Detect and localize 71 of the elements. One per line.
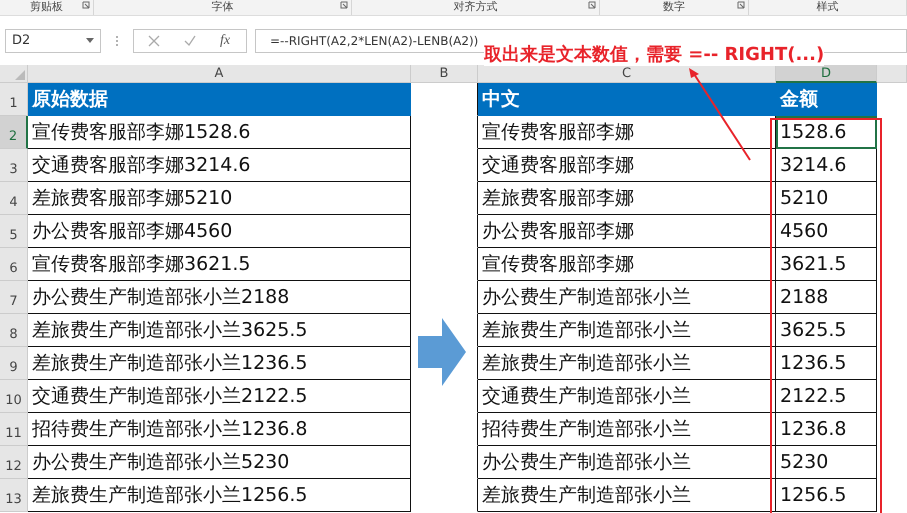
column-header[interactable]: A [28,65,411,83]
table-cell: 办公费客服部李娜4560 [28,215,411,248]
dialog-launcher-icon[interactable] [588,1,596,9]
dialog-launcher-icon[interactable] [82,1,90,9]
row-header[interactable]: 5 [0,215,28,248]
table-cell: 交通费生产制造部张小兰2122.5 [28,380,411,413]
table-header-cell: 原始数据 [28,83,411,116]
table-cell[interactable]: 1236.5 [776,347,877,380]
row-header[interactable]: 9 [0,347,28,380]
ribbon-group-label: 字体 [212,0,234,13]
column-header[interactable]: D [776,65,877,83]
row-header[interactable]: 4 [0,182,28,215]
table-cell[interactable]: 5210 [776,182,877,215]
table-cell: 办公费生产制造部张小兰5230 [28,446,411,479]
table-cell: 宣传费客服部李娜3621.5 [28,248,411,281]
corner-triangle-icon [15,70,25,80]
annotation-text: 取出来是文本数值，需要 =-- RIGHT(...) [484,42,824,66]
table-cell: 差旅费生产制造部张小兰1236.5 [28,347,411,380]
table-cell: 办公费生产制造部张小兰2188 [28,281,411,314]
row-header[interactable]: 6 [0,248,28,281]
table-cell: 办公费客服部李娜 [478,215,776,248]
right-arrow-icon [418,318,466,386]
row-header[interactable]: 7 [0,281,28,314]
table-cell: 差旅费客服部李娜5210 [28,182,411,215]
column-header[interactable]: C [478,65,776,83]
table-cell: 差旅费生产制造部张小兰3625.5 [28,314,411,347]
column-header[interactable]: B [411,65,478,83]
table-cell[interactable]: 2122.5 [776,380,877,413]
row-header[interactable]: 10 [0,380,28,413]
ribbon-group-label: 样式 [816,0,838,13]
table-cell[interactable]: 3625.5 [776,314,877,347]
table-cell: 宣传费客服部李娜1528.6 [28,116,411,149]
table-header-cell: 中文 [478,83,776,116]
table-cell: 差旅费客服部李娜 [478,182,776,215]
table-cell[interactable]: 4560 [776,215,877,248]
row-header[interactable]: 1 [0,83,28,116]
table-cell[interactable]: 3621.5 [776,248,877,281]
table-cell[interactable]: 2188 [776,281,877,314]
ribbon-group-label: 对齐方式 [454,0,498,13]
table-cell: 办公费生产制造部张小兰 [478,281,776,314]
ribbon-group-label: 数字 [663,0,685,13]
table-cell: 办公费生产制造部张小兰 [478,446,776,479]
table-cell[interactable]: 1528.6 [776,116,877,149]
insert-function-button[interactable]: fx [220,32,230,48]
table-cell: 宣传费客服部李娜 [478,248,776,281]
table-cell: 交通费客服部李娜3214.6 [28,149,411,182]
dialog-launcher-icon[interactable] [340,1,348,9]
table-header-cell: 金额 [776,83,877,116]
table-cell[interactable]: 3214.6 [776,149,877,182]
ribbon-group-label: 剪贴板 [30,0,63,13]
row-header[interactable]: 13 [0,479,28,512]
table-cell: 差旅费生产制造部张小兰 [478,347,776,380]
table-cell: 差旅费生产制造部张小兰 [478,314,776,347]
row-header[interactable]: 3 [0,149,28,182]
dialog-launcher-icon[interactable] [737,1,745,9]
table-cell: 交通费生产制造部张小兰 [478,380,776,413]
table-cell: 交通费客服部李娜 [478,149,776,182]
name-box[interactable]: D2 [5,28,101,52]
check-icon[interactable] [184,34,196,46]
table-cell: 宣传费客服部李娜 [478,116,776,149]
table-cell: 招待费生产制造部张小兰1236.8 [28,413,411,446]
row-header[interactable]: 12 [0,446,28,479]
table-cell[interactable]: 5230 [776,446,877,479]
row-header[interactable]: 2 [0,116,28,149]
table-cell: 招待费生产制造部张小兰 [478,413,776,446]
table-cell[interactable]: 1236.8 [776,413,877,446]
table-cell[interactable]: 1256.5 [776,479,877,512]
row-header[interactable]: 11 [0,413,28,446]
row-header[interactable]: 8 [0,314,28,347]
table-cell: 差旅费生产制造部张小兰1256.5 [28,479,411,512]
table-cell: 差旅费生产制造部张小兰 [478,479,776,512]
